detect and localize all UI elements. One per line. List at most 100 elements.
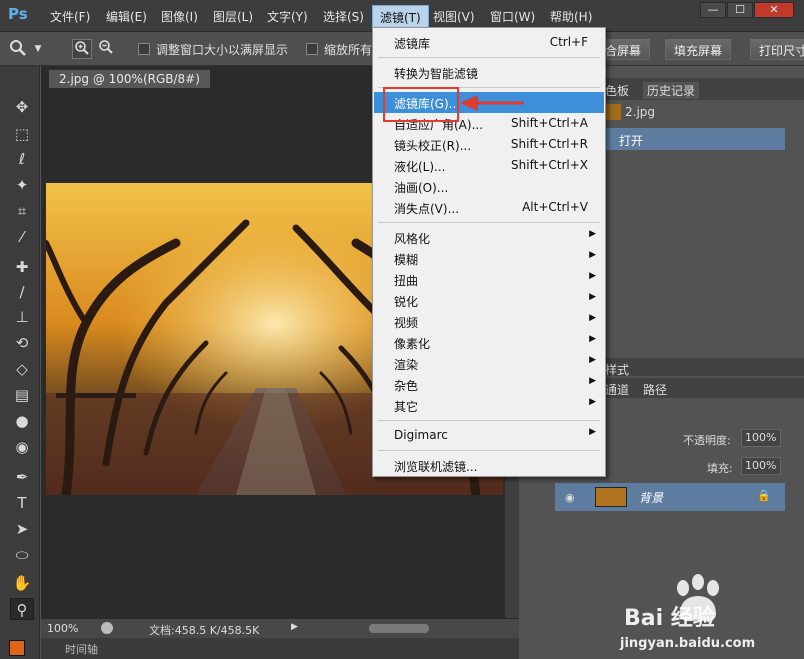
zoom-level[interactable]: 100%	[47, 622, 78, 635]
resize-window-checkbox[interactable]	[138, 43, 150, 55]
zoom-out-icon[interactable]	[96, 39, 116, 59]
filter-menu-item[interactable]: 扭曲 ▶	[374, 269, 604, 290]
foreground-color-swatch[interactable]	[9, 640, 25, 656]
filter-menu-item[interactable]: 液化(L)... Shift+Ctrl+X	[374, 155, 604, 176]
tab-paths[interactable]: 路径	[643, 381, 667, 398]
healing-brush-icon[interactable]: ✚	[10, 256, 34, 278]
ps-logo: Ps	[8, 5, 28, 23]
horizontal-scroll-thumb[interactable]	[369, 624, 429, 633]
timeline-label[interactable]: 时间轴	[65, 641, 98, 657]
filter-menu-item-label: 其它	[394, 400, 419, 414]
filter-menu-item-label: 渲染	[394, 358, 419, 372]
menu-type[interactable]: 文字(Y)	[267, 8, 308, 25]
print-size-button[interactable]: 打印尺寸	[750, 39, 804, 60]
eraser-tool-icon[interactable]: ◇	[10, 358, 34, 380]
clone-stamp-icon[interactable]: ⊥	[10, 306, 34, 328]
tool-preset-chevron-icon[interactable]: ▼	[28, 39, 48, 59]
layer-row[interactable]: ◉ 背景 🔒	[555, 483, 785, 511]
menu-image[interactable]: 图像(I)	[161, 8, 198, 25]
submenu-arrow-icon: ▶	[589, 427, 596, 437]
path-select-icon[interactable]: ➤	[10, 518, 34, 540]
menu-file[interactable]: 文件(F)	[50, 8, 90, 25]
eye-icon[interactable]: ◉	[565, 491, 575, 504]
history-brush-icon[interactable]: ⟲	[10, 332, 34, 354]
submenu-arrow-icon: ▶	[589, 250, 596, 260]
timeline-bar: 时间轴	[41, 638, 519, 659]
shape-tool-icon[interactable]: ⬭	[10, 544, 34, 566]
filter-menu-item-shortcut: Alt+Ctrl+V	[522, 200, 588, 214]
history-snapshot-thumb	[605, 104, 621, 120]
filter-menu-item[interactable]: 滤镜库 Ctrl+F	[374, 32, 604, 53]
menu-help[interactable]: 帮助(H)	[550, 8, 592, 25]
marquee-tool-icon[interactable]: ⬚	[10, 123, 34, 145]
filter-menu-item[interactable]: Digimarc ▶	[374, 425, 604, 446]
maximize-button[interactable]: ☐	[727, 2, 753, 18]
red-arrow-icon	[460, 95, 524, 111]
menu-select[interactable]: 选择(S)	[323, 8, 364, 25]
filter-menu-item[interactable]: 转换为智能滤镜	[374, 62, 604, 83]
filter-menu-item-label: 扭曲	[394, 274, 419, 288]
type-tool-icon[interactable]: T	[10, 492, 34, 514]
filter-menu-item-label: 滤镜库	[394, 37, 431, 51]
filter-menu-item-label: 模糊	[394, 253, 419, 267]
move-tool-icon[interactable]: ✥	[10, 96, 34, 118]
layer-name[interactable]: 背景	[639, 489, 663, 506]
filter-menu-item[interactable]: 杂色 ▶	[374, 374, 604, 395]
opacity-label: 不透明度:	[683, 434, 731, 447]
blur-tool-icon[interactable]: ●	[10, 410, 34, 432]
fill-label: 填充:	[707, 462, 733, 475]
filter-menu-item-label: 浏览联机滤镜...	[394, 460, 478, 474]
dodge-tool-icon[interactable]: ◉	[10, 436, 34, 458]
zoom-in-icon[interactable]	[72, 39, 92, 59]
filter-menu-item[interactable]: 渲染 ▶	[374, 353, 604, 374]
lock-icon: 🔒	[757, 489, 771, 502]
close-button[interactable]: ✕	[754, 2, 794, 18]
history-snapshot[interactable]: 2.jpg	[625, 105, 655, 119]
history-item-open[interactable]: 打开	[619, 132, 643, 149]
hand-tool-icon[interactable]: ✋	[10, 572, 34, 594]
gradient-tool-icon[interactable]: ▤	[10, 384, 34, 406]
filter-menu-item-shortcut: Ctrl+F	[549, 35, 588, 49]
minimize-button[interactable]: —	[700, 2, 726, 18]
menu-window[interactable]: 窗口(W)	[490, 8, 535, 25]
filter-menu-item[interactable]: 锐化 ▶	[374, 290, 604, 311]
fill-value[interactable]: 100%	[741, 457, 781, 475]
submenu-arrow-icon: ▶	[589, 229, 596, 239]
zoom-tool-selected-icon[interactable]: ⚲	[10, 598, 34, 620]
crop-tool-icon[interactable]: ⌗	[10, 200, 34, 222]
filter-menu-item[interactable]: 浏览联机滤镜...	[374, 455, 604, 476]
filter-menu-item[interactable]: 镜头校正(R)... Shift+Ctrl+R	[374, 134, 604, 155]
zoom-all-label: 缩放所有	[324, 43, 373, 57]
filter-menu-item-label: 液化(L)...	[394, 160, 446, 174]
tab-history[interactable]: 历史记录	[643, 82, 700, 99]
menu-view[interactable]: 视图(V)	[433, 8, 475, 25]
filter-menu-item[interactable]: 视频 ▶	[374, 311, 604, 332]
tab-channels[interactable]: 通道	[605, 381, 629, 398]
status-menu-arrow-icon[interactable]: ▶	[291, 622, 298, 632]
tab-swatches[interactable]: 色板	[605, 82, 629, 99]
filter-menu-item[interactable]: 其它 ▶	[374, 395, 604, 416]
status-bar: 100% 文档:458.5 K/458.5K ▶	[41, 618, 519, 638]
filter-menu-item[interactable]: 消失点(V)... Alt+Ctrl+V	[374, 197, 604, 218]
status-info-icon[interactable]	[101, 622, 113, 634]
menu-layer[interactable]: 图层(L)	[213, 8, 253, 25]
zoom-tool-icon[interactable]	[8, 39, 28, 59]
filter-menu-item[interactable]: 像素化 ▶	[374, 332, 604, 353]
document-tab[interactable]: 2.jpg @ 100%(RGB/8#)	[48, 69, 211, 89]
eyedropper-tool-icon[interactable]: ⁄	[10, 226, 34, 248]
pen-tool-icon[interactable]: ✒	[10, 466, 34, 488]
filter-menu-item-label: 视频	[394, 316, 419, 330]
fill-screen-button[interactable]: 填充屏幕	[665, 39, 732, 60]
zoom-all-checkbox[interactable]	[306, 43, 318, 55]
tab-styles[interactable]: 样式	[605, 361, 629, 378]
opacity-value[interactable]: 100%	[741, 429, 781, 447]
magic-wand-icon[interactable]: ✦	[10, 174, 34, 196]
submenu-arrow-icon: ▶	[589, 397, 596, 407]
filter-menu-item-shortcut: Shift+Ctrl+A	[511, 116, 588, 130]
filter-menu-item[interactable]: 油画(O)...	[374, 176, 604, 197]
filter-menu-item[interactable]: 模糊 ▶	[374, 248, 604, 269]
brush-tool-icon[interactable]: ∕	[10, 281, 34, 303]
filter-menu-item[interactable]: 风格化 ▶	[374, 227, 604, 248]
menu-edit[interactable]: 编辑(E)	[106, 8, 147, 25]
lasso-tool-icon[interactable]: ℓ	[10, 148, 34, 170]
